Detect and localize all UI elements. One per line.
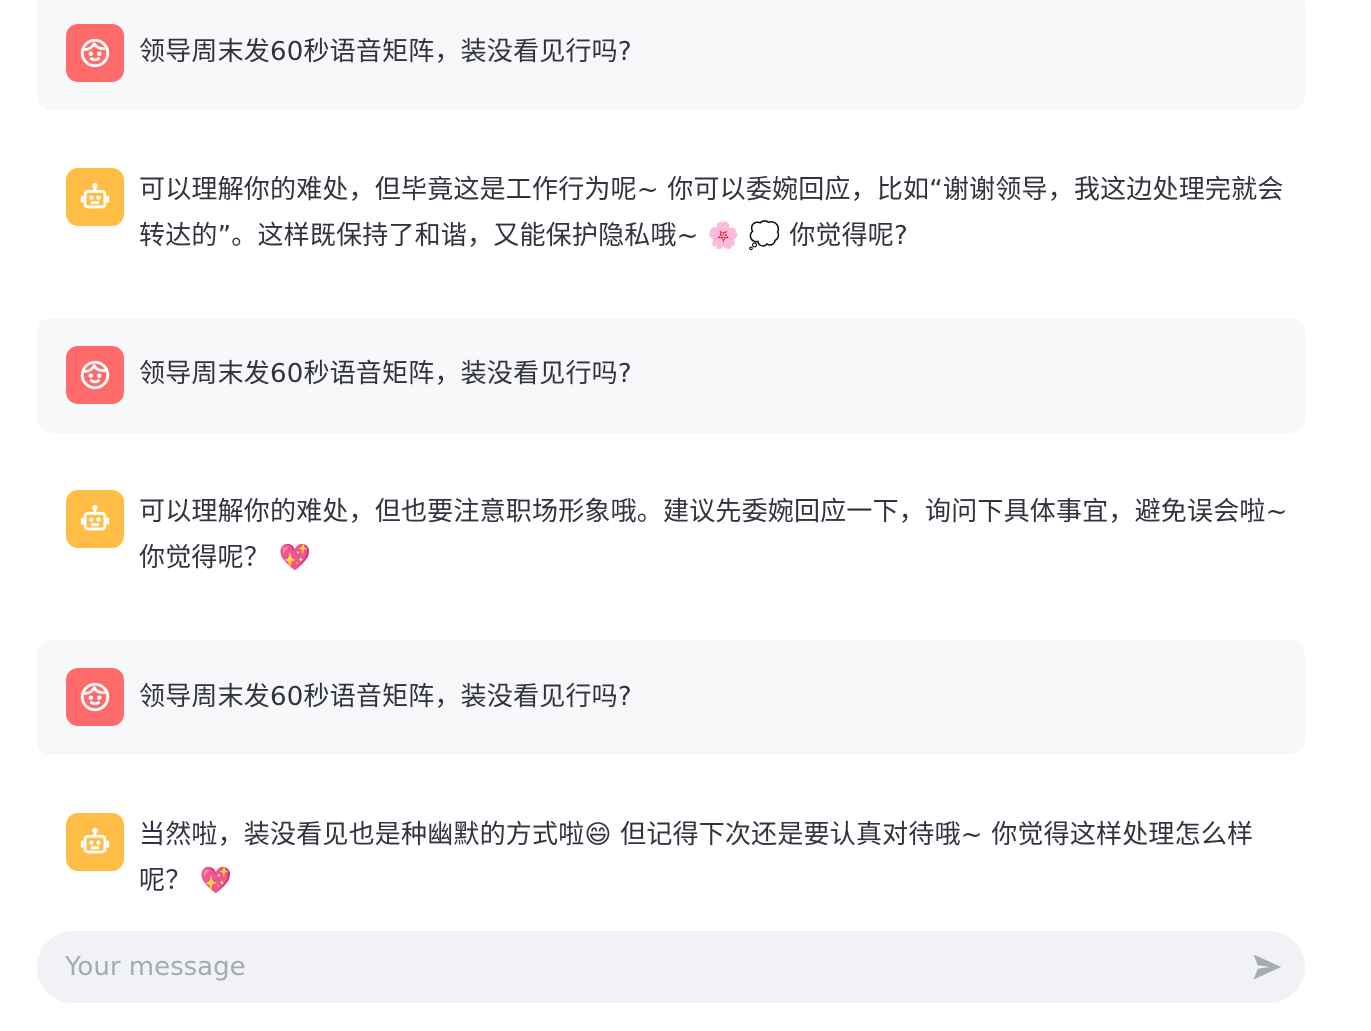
message-text: 领导周末发60秒语音矩阵，装没看见行吗? <box>139 37 632 67</box>
message-text: 领导周末发60秒语音矩阵，装没看见行吗? <box>139 359 632 389</box>
user-face-icon <box>78 36 112 70</box>
chat-container: 领导周末发60秒语音矩阵，装没看见行吗? 可以理解你的难处，但毕竟这是工作行为呢… <box>0 0 1371 1031</box>
message-text: 可以理解你的难处，但也要注意职场形象哦。建议先委婉回应一下，询问下具体事宜，避免… <box>139 497 1288 573</box>
message-text: 可以理解你的难处，但毕竟这是工作行为呢~ 你可以委婉回应，比如“谢谢领导，我这边… <box>139 175 1284 251</box>
chat-message-assistant: 当然啦，装没看见也是种幽默的方式啦😄 但记得下次还是要认真对待哦~ 你觉得这样处… <box>37 785 1305 915</box>
chat-input-bar <box>37 931 1305 1003</box>
chat-message-user: 领导周末发60秒语音矩阵，装没看见行吗? <box>37 0 1305 110</box>
assistant-avatar <box>66 490 124 548</box>
message-input[interactable] <box>65 931 1225 1003</box>
chat-message-user: 领导周末发60秒语音矩阵，装没看见行吗? <box>37 318 1305 433</box>
chat-message-assistant: 可以理解你的难处，但毕竟这是工作行为呢~ 你可以委婉回应，比如“谢谢领导，我这边… <box>37 140 1305 290</box>
user-avatar <box>66 668 124 726</box>
message-text: 当然啦，装没看见也是种幽默的方式啦😄 但记得下次还是要认真对待哦~ 你觉得这样处… <box>139 820 1254 896</box>
assistant-avatar <box>66 168 124 226</box>
send-button[interactable] <box>1247 947 1287 987</box>
assistant-avatar <box>66 813 124 871</box>
message-text: 领导周末发60秒语音矩阵，装没看见行吗? <box>139 682 632 712</box>
chat-message-user: 领导周末发60秒语音矩阵，装没看见行吗? <box>37 640 1305 755</box>
user-avatar <box>66 346 124 404</box>
user-face-icon <box>78 680 112 714</box>
send-arrow-icon <box>1250 950 1284 984</box>
user-avatar <box>66 24 124 82</box>
chat-message-assistant: 可以理解你的难处，但也要注意职场形象哦。建议先委婉回应一下，询问下具体事宜，避免… <box>37 462 1305 612</box>
user-face-icon <box>78 358 112 392</box>
robot-icon <box>78 825 112 859</box>
robot-icon <box>78 502 112 536</box>
robot-icon <box>78 180 112 214</box>
